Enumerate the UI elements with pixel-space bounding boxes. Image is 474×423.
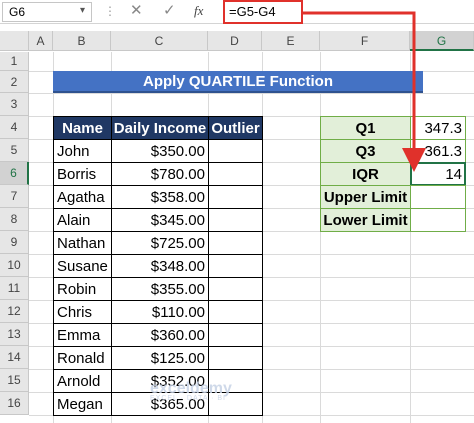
stat-label[interactable]: IQR — [320, 162, 411, 186]
row-header-10[interactable]: 10 — [0, 254, 29, 277]
exceldemy-watermark: exceldemy EXCEL · DATA · BI — [150, 380, 232, 402]
chevron-down-icon[interactable]: ▾ — [80, 2, 85, 20]
row-header-3[interactable]: 3 — [0, 93, 29, 116]
table-cell-name[interactable]: Borris — [53, 162, 112, 186]
insert-function-icon[interactable]: fx — [194, 2, 203, 20]
column-header-c[interactable]: C — [111, 31, 208, 51]
column-header-e[interactable]: E — [262, 31, 320, 51]
table-cell-outlier[interactable] — [208, 162, 263, 186]
stat-label[interactable]: Q1 — [320, 116, 411, 140]
table-cell-income[interactable]: $360.00 — [111, 323, 209, 347]
row-header-15[interactable]: 15 — [0, 369, 29, 392]
table-cell-outlier[interactable] — [208, 185, 263, 209]
table-cell-income[interactable]: $350.00 — [111, 139, 209, 163]
table-cell-income[interactable]: $355.00 — [111, 277, 209, 301]
stat-label[interactable]: Q3 — [320, 139, 411, 163]
row-header-4[interactable]: 4 — [0, 116, 29, 139]
table-cell-name[interactable]: Megan — [53, 392, 112, 416]
row-header-6[interactable]: 6 — [0, 162, 29, 185]
stat-value[interactable] — [410, 185, 466, 209]
stat-label[interactable]: Upper Limit — [320, 185, 411, 209]
table-cell-income[interactable]: $725.00 — [111, 231, 209, 255]
formula-input[interactable]: =G5-G4 — [223, 0, 303, 24]
stat-value[interactable] — [410, 208, 466, 232]
table-cell-name[interactable]: John — [53, 139, 112, 163]
sheet-title: Apply QUARTILE Function — [53, 71, 423, 93]
table-cell-outlier[interactable] — [208, 277, 263, 301]
row-header-2[interactable]: 2 — [0, 71, 29, 93]
row-header-11[interactable]: 11 — [0, 277, 29, 300]
row-header-9[interactable]: 9 — [0, 231, 29, 254]
table-cell-outlier[interactable] — [208, 231, 263, 255]
column-header-d[interactable]: D — [208, 31, 262, 51]
column-header-a[interactable]: A — [29, 31, 53, 51]
table-cell-income[interactable]: $348.00 — [111, 254, 209, 278]
row-header-14[interactable]: 14 — [0, 346, 29, 369]
table-cell-name[interactable]: Emma — [53, 323, 112, 347]
table-cell-outlier[interactable] — [208, 346, 263, 370]
stat-label[interactable]: Lower Limit — [320, 208, 411, 232]
column-header-f[interactable]: F — [320, 31, 410, 51]
row-header-1[interactable]: 1 — [0, 52, 29, 71]
row-header-5[interactable]: 5 — [0, 139, 29, 162]
more-options-icon: ⋮ — [104, 4, 116, 18]
table-cell-outlier[interactable] — [208, 139, 263, 163]
table-cell-outlier[interactable] — [208, 323, 263, 347]
header-name[interactable]: Name — [53, 116, 112, 140]
column-header-g[interactable]: G — [410, 31, 474, 51]
table-cell-name[interactable]: Alain — [53, 208, 112, 232]
table-cell-name[interactable]: Agatha — [53, 185, 112, 209]
table-cell-name[interactable]: Chris — [53, 300, 112, 324]
table-cell-income[interactable]: $125.00 — [111, 346, 209, 370]
column-header-b[interactable]: B — [53, 31, 111, 51]
stat-value[interactable]: 361.3 — [410, 139, 466, 163]
table-cell-income[interactable]: $358.00 — [111, 185, 209, 209]
stat-value[interactable]: 347.3 — [410, 116, 466, 140]
row-header-12[interactable]: 12 — [0, 300, 29, 323]
stat-value-selected-cell[interactable]: 14 — [410, 162, 466, 186]
table-cell-name[interactable]: Robin — [53, 277, 112, 301]
header-daily-income[interactable]: Daily Income — [111, 116, 209, 140]
row-header-13[interactable]: 13 — [0, 323, 29, 346]
table-cell-income[interactable]: $780.00 — [111, 162, 209, 186]
enter-icon[interactable]: ✓ — [163, 1, 176, 21]
table-cell-outlier[interactable] — [208, 208, 263, 232]
table-cell-outlier[interactable] — [208, 300, 263, 324]
table-cell-name[interactable]: Nathan — [53, 231, 112, 255]
row-header-16[interactable]: 16 — [0, 392, 29, 415]
table-cell-income[interactable]: $110.00 — [111, 300, 209, 324]
table-cell-name[interactable]: Arnold — [53, 369, 112, 393]
header-outlier[interactable]: Outlier — [208, 116, 263, 140]
table-cell-name[interactable]: Susane — [53, 254, 112, 278]
table-cell-name[interactable]: Ronald — [53, 346, 112, 370]
cancel-icon[interactable]: ✕ — [130, 1, 143, 21]
row-header-7[interactable]: 7 — [0, 185, 29, 208]
name-box[interactable]: G6 — [2, 2, 92, 22]
table-cell-income[interactable]: $345.00 — [111, 208, 209, 232]
select-all-corner[interactable] — [0, 31, 29, 51]
table-cell-outlier[interactable] — [208, 254, 263, 278]
row-header-8[interactable]: 8 — [0, 208, 29, 231]
